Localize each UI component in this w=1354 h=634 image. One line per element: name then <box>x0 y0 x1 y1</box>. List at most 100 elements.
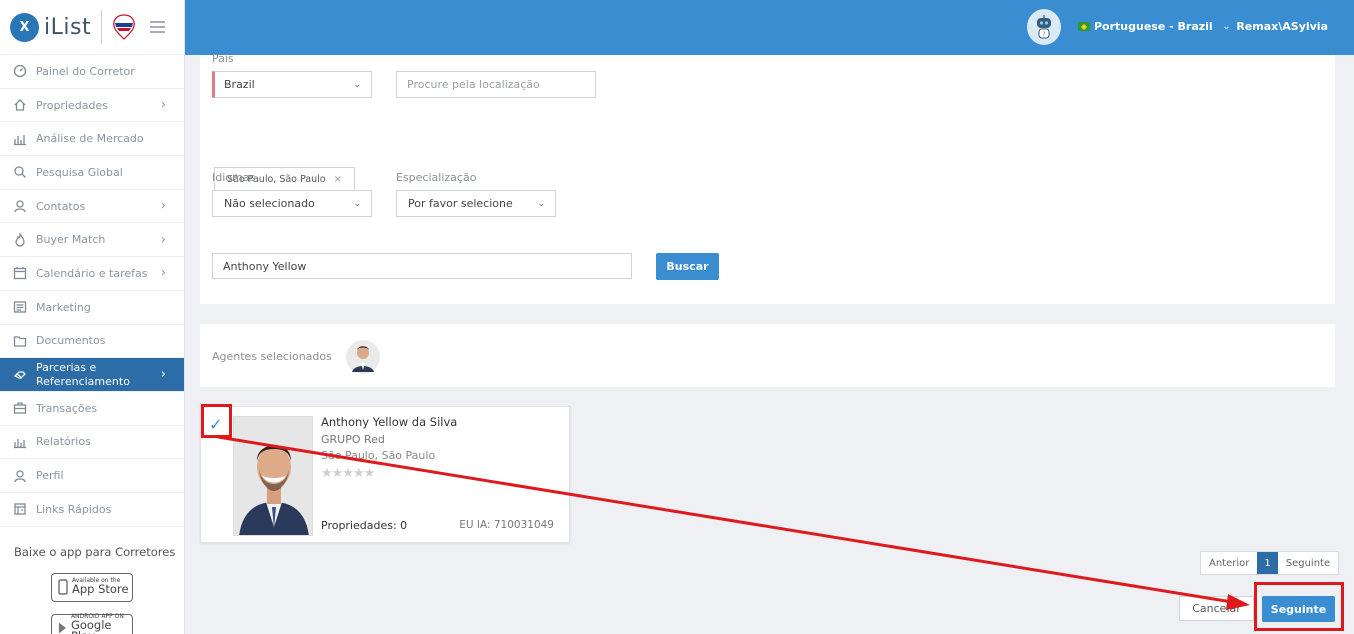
agent-location: São Paulo, São Paulo <box>321 449 436 462</box>
sidebar-item-propriedades[interactable]: Propriedades › <box>0 89 184 123</box>
selected-agents-label: Agentes selecionados <box>212 350 332 363</box>
sidebar-item-label: Painel do Corretor <box>36 64 135 78</box>
specialization-value: Por favor selecione <box>408 197 513 210</box>
checkmark-icon[interactable]: ✓ <box>209 415 222 434</box>
sidebar-item-label: Calendário e tarefas <box>36 266 148 280</box>
next-button[interactable]: Seguinte <box>1262 596 1335 622</box>
chevron-down-icon: ⌄ <box>537 199 545 209</box>
calendar-icon <box>12 265 28 281</box>
sidebar-item-label: Links Rápidos <box>36 502 112 516</box>
google-play-button[interactable]: ANDROID APP ON Google Play <box>51 613 133 634</box>
brand-divider <box>101 10 103 44</box>
app-download-title: Baixe o app para Corretores <box>14 544 176 559</box>
close-icon[interactable]: × <box>334 174 342 185</box>
cancel-button[interactable]: Cancelar <box>1179 596 1254 621</box>
agent-agency: GRUPO Red <box>321 433 385 446</box>
sidebar-item-buyer-match[interactable]: Buyer Match › <box>0 223 184 258</box>
sidebar-item-documentos[interactable]: Documentos <box>0 325 184 359</box>
assistant-robot-icon[interactable]: ? <box>1027 9 1061 45</box>
play-icon <box>58 622 67 634</box>
bar-chart-icon <box>12 131 28 147</box>
language-selector[interactable]: Portuguese - Brazil ⌄ <box>1078 20 1230 33</box>
sidebar-item-marketing[interactable]: Marketing <box>0 291 184 325</box>
languages-value: Não selecionado <box>224 197 315 210</box>
chevron-right-icon: › <box>160 232 166 248</box>
sidebar-item-contatos[interactable]: Contatos › <box>0 190 184 224</box>
top-bar: ? Portuguese - Brazil ⌄ Remax\ASylvia <box>185 0 1354 55</box>
chevron-right-icon: › <box>160 265 166 281</box>
brand-header: X iList <box>0 0 184 55</box>
sidebar-item-label: Perfil <box>36 469 64 483</box>
brazil-flag-icon <box>1078 22 1090 31</box>
user-icon <box>12 468 28 484</box>
pagination: Anterior 1 Seguinte <box>1200 551 1340 575</box>
user-menu[interactable]: Remax\ASylvia <box>1236 20 1328 33</box>
sidebar-item-label: Transações <box>36 401 98 415</box>
chevron-right-icon: › <box>160 366 166 382</box>
country-select[interactable]: Brazil ⌄ <box>212 71 372 98</box>
country-label: País <box>212 52 234 65</box>
handshake-icon <box>12 367 28 383</box>
sidebar-item-label: Propriedades <box>36 98 108 112</box>
menu-toggle-icon[interactable] <box>150 21 166 33</box>
remax-balloon-icon <box>113 14 135 40</box>
pagination-page[interactable]: 1 <box>1257 552 1278 574</box>
selected-agents-panel: Agentes selecionados <box>200 324 1335 387</box>
search-icon <box>12 164 28 180</box>
home-icon <box>12 97 28 113</box>
chevron-down-icon: ⌄ <box>353 199 361 209</box>
flame-icon <box>12 232 28 248</box>
sidebar-item-label: Contatos <box>36 199 86 213</box>
chevron-down-icon: ⌄ <box>353 80 361 90</box>
ilist-logo-icon[interactable]: X <box>10 12 39 42</box>
sidebar: X iList Painel do Corretor Propriedades … <box>0 0 185 634</box>
country-value: Brazil <box>224 78 255 91</box>
agent-name[interactable]: Anthony Yellow da Silva <box>321 415 457 429</box>
pagination-previous[interactable]: Anterior <box>1201 552 1257 574</box>
search-button[interactable]: Buscar <box>656 253 719 280</box>
agent-rating-stars: ★★★★★ <box>321 466 375 481</box>
languages-select[interactable]: Não selecionado ⌄ <box>212 190 372 217</box>
sidebar-nav: Painel do Corretor Propriedades › Anális… <box>0 55 184 527</box>
phone-icon <box>58 579 68 595</box>
sidebar-item-parcerias[interactable]: Parcerias e Referenciamento › <box>0 358 184 392</box>
sidebar-item-pesquisa[interactable]: Pesquisa Global <box>0 156 184 190</box>
svg-text:?: ? <box>1042 31 1045 38</box>
agent-name-input[interactable]: Anthony Yellow <box>212 253 632 279</box>
sidebar-item-calendario[interactable]: Calendário e tarefas › <box>0 257 184 291</box>
sidebar-item-transacoes[interactable]: Transações <box>0 392 184 426</box>
sidebar-item-perfil[interactable]: Perfil <box>0 459 184 493</box>
languages-label: Idiomas <box>212 171 256 184</box>
agent-photo <box>233 416 313 536</box>
sidebar-item-relatorios[interactable]: Relatórios <box>0 426 184 460</box>
agent-id: EU IA: 710031049 <box>459 519 554 531</box>
contacts-icon <box>12 198 28 214</box>
sidebar-item-painel[interactable]: Painel do Corretor <box>0 55 184 89</box>
location-search-input[interactable]: Procure pela localização <box>396 71 596 98</box>
sidebar-item-label: Relatórios <box>36 435 91 449</box>
chevron-right-icon: › <box>160 198 166 214</box>
google-play-big: Google Play <box>70 617 112 634</box>
pagination-next[interactable]: Seguinte <box>1278 552 1338 574</box>
chevron-down-icon: ⌄ <box>1222 21 1231 32</box>
sidebar-item-label: Análise de Mercado <box>36 132 144 146</box>
specialization-label: Especialização <box>396 171 477 184</box>
chevron-right-icon: › <box>160 97 166 113</box>
app-store-button[interactable]: Available on the App Store <box>51 572 133 602</box>
specialization-select[interactable]: Por favor selecione ⌄ <box>396 190 556 217</box>
dashboard-icon <box>12 63 28 79</box>
sidebar-item-label: Parcerias e Referenciamento <box>36 360 130 388</box>
sidebar-item-label: Marketing <box>36 300 91 314</box>
sidebar-item-links[interactable]: Links Rápidos <box>0 493 184 527</box>
app-store-big: App Store <box>72 582 129 597</box>
sidebar-item-analise[interactable]: Análise de Mercado <box>0 122 184 157</box>
selected-agent-avatar[interactable] <box>346 340 380 374</box>
newspaper-icon <box>12 299 28 315</box>
brand-name[interactable]: iList <box>44 15 91 40</box>
app-download-block: Baixe o app para Corretores Available on… <box>0 527 184 634</box>
links-icon <box>12 501 28 517</box>
sidebar-item-label: Pesquisa Global <box>36 165 123 179</box>
report-icon <box>12 434 28 450</box>
agent-properties: Propriedades: 0 <box>321 519 408 532</box>
agent-card[interactable]: ✓ Anthony Yellow da Silva GRUPO Red São … <box>200 406 570 543</box>
